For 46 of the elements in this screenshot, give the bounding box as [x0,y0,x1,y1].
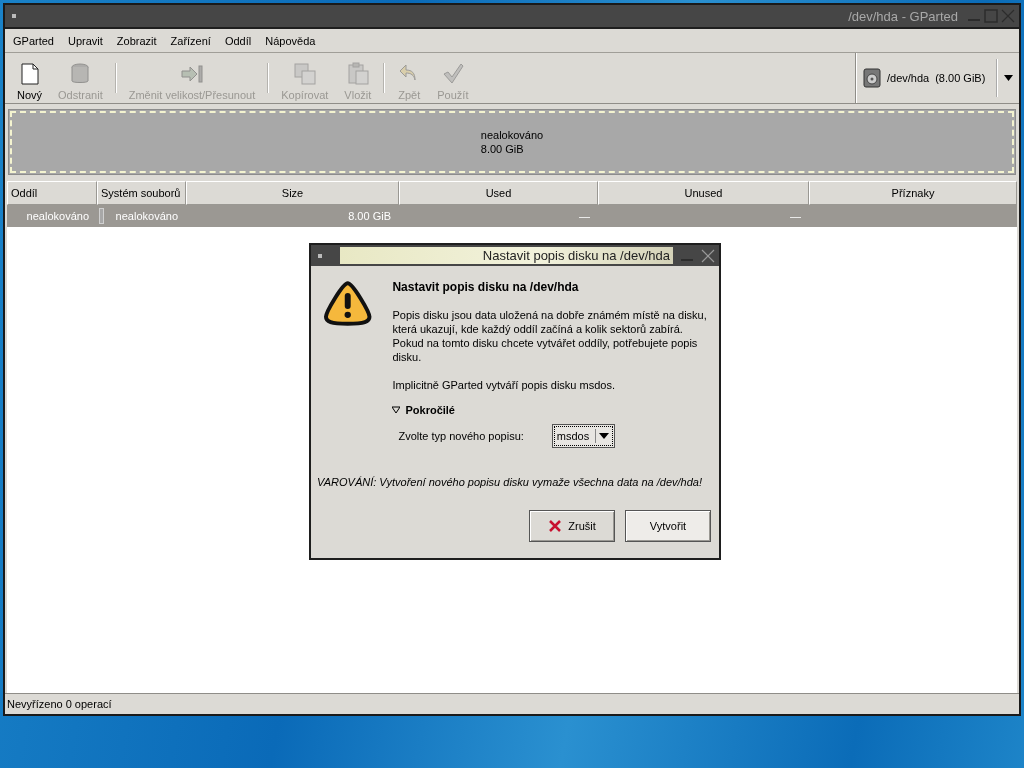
cross-icon [548,519,563,533]
column-header[interactable]: Oddíl [7,181,97,205]
column-header[interactable]: Systém souborů [97,181,186,205]
column-header[interactable]: Used [399,181,598,205]
maximize-icon[interactable] [984,9,998,23]
device-combo[interactable]: /dev/hda (8.00 GiB) [856,53,1019,103]
type-label: Zvolte typ nového popisu: [398,430,524,442]
menu-item[interactable]: Oddíl [224,34,252,47]
dialog-paragraph: Popis disku jsou data uložená na dobře známém místě na disku, která ukazují, kde každý oddíl začíná a kolik sektorů zabírá. Pokud na tomto disku chcete vytvářet oddíly, potřebujete popis disku. [392,308,707,364]
table-cell-text: — [789,210,802,222]
copy-icon [292,62,317,86]
menu-item[interactable]: GParted [13,34,54,47]
table-cell-text: — [578,210,591,222]
dropdown-arrow-icon [1004,75,1013,81]
dialog-heading: Nastavit popis disku na /dev/hda [392,280,580,294]
close-icon[interactable] [1001,9,1015,23]
create-button[interactable]: Vytvořit [625,510,711,542]
table-cell-text: nealokováno [25,210,90,222]
menu-item[interactable]: Upravit [67,34,103,47]
block-size: 8.00 GiB [480,142,524,156]
table-cell-text: 8.00 GiB [347,210,392,222]
status-text: Nevyřízeno 0 operací [7,698,112,710]
block-label: nealokováno [480,128,544,142]
clipboard-icon [345,62,370,86]
dialog-title: Nastavit popis disku na /dev/hda [482,248,670,263]
toolbar-button[interactable]: Nový [9,53,51,103]
menu-item[interactable]: Zobrazit [116,34,157,47]
window-menu-icon[interactable] [318,253,322,258]
menu-item[interactable]: Zařízení [170,34,211,47]
label-type-combo[interactable]: msdos [551,424,616,448]
expander-arrow-icon [392,406,401,414]
table-cell-text: nealokováno [114,210,179,222]
advanced-expander[interactable]: Pokročilé [392,404,707,416]
unallocated-block[interactable]: nealokováno 8.00 GiB [8,109,1016,175]
cancel-button[interactable]: Zrušit [529,510,615,542]
column-header[interactable]: Příznaky [809,181,1017,205]
warning-text: VAROVÁNÍ: Vytvoření nového popisu disku vymaže všechna data na /dev/hda! [317,476,703,488]
column-header[interactable]: Size [186,181,399,205]
close-icon[interactable] [701,248,715,263]
arrow-to-bar-icon [180,62,204,86]
column-header[interactable]: Unused [598,181,809,205]
warning-icon [323,280,373,326]
window-title: /dev/hda - GParted [848,8,958,24]
menu-item[interactable]: Nápověda [265,34,316,47]
dialog-paragraph: Implicitně GParted vytváří popis disku msdos. [392,378,616,392]
dropdown-arrow-icon [595,429,612,443]
